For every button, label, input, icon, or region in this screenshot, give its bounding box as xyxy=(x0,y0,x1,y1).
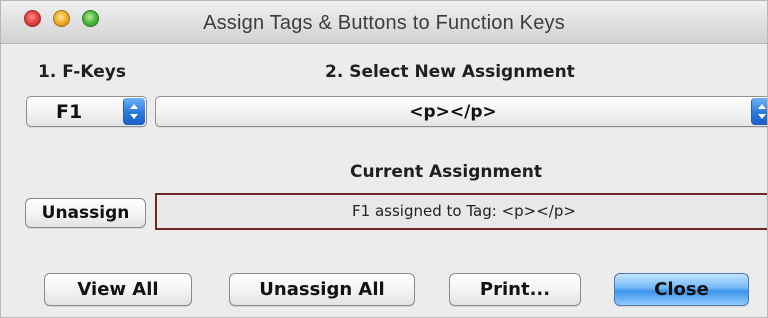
current-assignment-display: F1 assigned to Tag: <p></p> xyxy=(155,193,768,230)
fkey-popup[interactable]: F1 xyxy=(26,96,147,127)
fkey-popup-arrows-icon[interactable] xyxy=(123,98,145,125)
close-button[interactable]: Close xyxy=(614,273,749,306)
fkeys-label: 1. F-Keys xyxy=(38,62,126,82)
assignment-selected-value: <p></p> xyxy=(409,102,497,122)
new-assignment-label: 2. Select New Assignment xyxy=(325,62,575,82)
view-all-button[interactable]: View All xyxy=(44,273,192,306)
unassign-all-button[interactable]: Unassign All xyxy=(229,273,415,306)
assignment-popup-arrows-icon[interactable] xyxy=(751,98,768,125)
window-title: Assign Tags & Buttons to Function Keys xyxy=(203,12,565,34)
current-assignment-label: Current Assignment xyxy=(350,162,542,182)
current-assignment-text: F1 assigned to Tag: <p></p> xyxy=(352,202,576,220)
print-button[interactable]: Print... xyxy=(449,273,581,306)
fkey-selected-value: F1 xyxy=(56,101,83,123)
window-titlebar: Assign Tags & Buttons to Function Keys xyxy=(0,0,768,44)
window-border xyxy=(0,0,768,318)
unassign-button[interactable]: Unassign xyxy=(25,198,146,228)
assign-function-keys-window: Assign Tags & Buttons to Function Keys 1… xyxy=(0,0,768,318)
assignment-popup[interactable]: <p></p> xyxy=(155,96,768,127)
